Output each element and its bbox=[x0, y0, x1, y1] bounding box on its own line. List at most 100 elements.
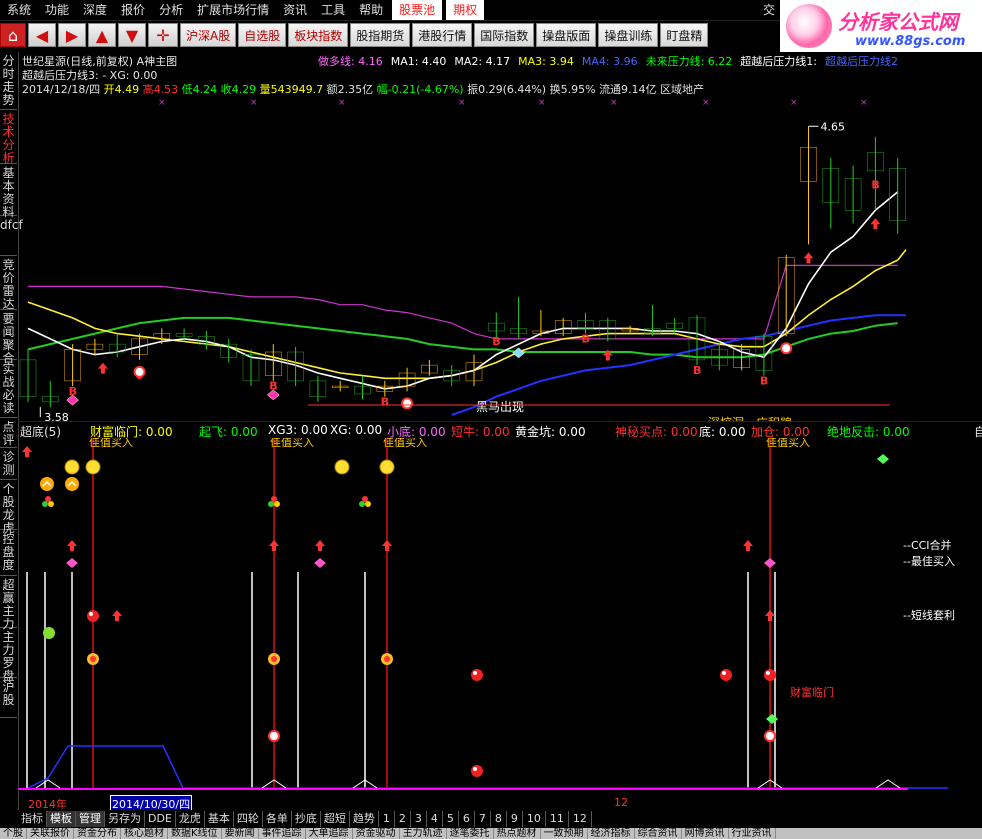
toolbar-button-7[interactable]: 操盘训练 bbox=[598, 23, 659, 47]
sidebar-tab-2[interactable]: 基本资料 bbox=[0, 164, 17, 219]
toolbar-button-2[interactable]: 板块指数 bbox=[288, 23, 349, 47]
smiley-icon bbox=[85, 459, 101, 475]
bottom-tab-17[interactable]: 6 bbox=[459, 810, 475, 827]
status-tab-13[interactable]: 经济指标 bbox=[588, 828, 635, 839]
toolbar-button-8[interactable]: 盯盘精 bbox=[660, 23, 709, 47]
sidebar-tab-1[interactable]: 技术分析 bbox=[0, 110, 17, 165]
menu-item-1[interactable]: 功能 bbox=[38, 0, 76, 20]
bottom-tab-6[interactable]: 基本 bbox=[205, 810, 234, 827]
green-gem-icon bbox=[877, 454, 889, 464]
toolbar-button-1[interactable]: 自选股 bbox=[238, 23, 287, 47]
bottom-tab-8[interactable]: 各单 bbox=[263, 810, 292, 827]
status-tab-9[interactable]: 主力轨迹 bbox=[400, 828, 447, 839]
best-buy-label: 佳值买入 bbox=[89, 438, 133, 449]
bottom-tab-2[interactable]: 管理 bbox=[76, 810, 105, 827]
menu-item-8[interactable]: 帮助 bbox=[352, 0, 390, 20]
sidebar-tab-7[interactable]: 点评 bbox=[0, 418, 17, 448]
bottom-tab-11[interactable]: 趋势 bbox=[350, 810, 379, 827]
bottom-tab-23[interactable]: 12 bbox=[569, 810, 592, 827]
status-tab-7[interactable]: 大单追踪 bbox=[306, 828, 353, 839]
candle bbox=[153, 328, 171, 345]
sidebar-tab-13[interactable]: 沪股 bbox=[0, 678, 17, 718]
toolbar-button-6[interactable]: 操盘版面 bbox=[536, 23, 597, 47]
logo: 分析家公式网 www.88gs.com bbox=[780, 0, 982, 52]
home-icon[interactable]: ⌂ bbox=[0, 23, 26, 47]
status-tab-2[interactable]: 资金分布 bbox=[74, 828, 121, 839]
menu-item-7[interactable]: 工具 bbox=[314, 0, 352, 20]
bottom-tab-1[interactable]: 模板 bbox=[47, 810, 76, 827]
bottom-tab-15[interactable]: 4 bbox=[427, 810, 443, 827]
bottom-tab-19[interactable]: 8 bbox=[491, 810, 507, 827]
bottom-tab-4[interactable]: DDE bbox=[145, 810, 176, 827]
sidebar-tab-12[interactable]: 主力罗盘 bbox=[0, 628, 17, 683]
toolbar-button-4[interactable]: 港股行情 bbox=[412, 23, 473, 47]
menu-item-10[interactable]: 期权 bbox=[446, 0, 485, 20]
bottom-tab-13[interactable]: 2 bbox=[395, 810, 411, 827]
sidebar-tab-8[interactable]: 诊测 bbox=[0, 448, 17, 480]
status-tab-4[interactable]: 数据K线位 bbox=[168, 828, 222, 839]
sidebar-tab-9[interactable]: 个股龙虎 bbox=[0, 480, 17, 535]
gem-icon bbox=[314, 558, 326, 568]
toolbar-button-0[interactable]: 沪深A股 bbox=[180, 23, 237, 47]
bottom-tab-10[interactable]: 超短 bbox=[321, 810, 350, 827]
sidebar-tab-6[interactable]: 实战必读 bbox=[0, 360, 17, 418]
red-ball-icon bbox=[764, 669, 776, 681]
bottom-tab-18[interactable]: 7 bbox=[475, 810, 491, 827]
candle bbox=[331, 380, 349, 392]
sidebar-tab-11[interactable]: 超赢主力 bbox=[0, 576, 17, 631]
menu-item-6[interactable]: 资讯 bbox=[276, 0, 314, 20]
status-tab-10[interactable]: 逐笔委托 bbox=[447, 828, 494, 839]
sidebar-tab-3[interactable]: dfcf bbox=[0, 216, 23, 256]
top-x-marker: × bbox=[338, 98, 346, 108]
indicator-blue-line bbox=[27, 745, 948, 789]
menu-right-text: 交 bbox=[762, 3, 775, 17]
sidebar-tab-0[interactable]: 分时走势 bbox=[0, 52, 17, 110]
toolbar-button-3[interactable]: 股指期货 bbox=[350, 23, 411, 47]
status-tab-6[interactable]: 事件追踪 bbox=[259, 828, 306, 839]
status-tab-14[interactable]: 综合资讯 bbox=[635, 828, 682, 839]
bottom-tab-21[interactable]: 10 bbox=[523, 810, 546, 827]
bottom-tab-9[interactable]: 抄底 bbox=[292, 810, 321, 827]
status-tab-5[interactable]: 要新闻 bbox=[222, 828, 259, 839]
status-tab-0[interactable]: 个股 bbox=[0, 828, 27, 839]
red-ball-icon bbox=[720, 669, 732, 681]
bottom-tab-14[interactable]: 3 bbox=[411, 810, 427, 827]
bottom-tab-22[interactable]: 11 bbox=[546, 810, 569, 827]
status-tab-12[interactable]: 一致预期 bbox=[541, 828, 588, 839]
kline-chart[interactable]: BBBBBBBB4.653.58黑马出现深挖洞，广积粮××××××××× bbox=[18, 95, 982, 421]
arrow-down-icon[interactable]: ▼ bbox=[118, 23, 146, 47]
sidebar-tab-5[interactable]: 要闻聚合 bbox=[0, 310, 17, 365]
status-tab-8[interactable]: 资金驱动 bbox=[353, 828, 400, 839]
menu-item-9[interactable]: 股票池 bbox=[392, 0, 443, 20]
arrow-right-icon[interactable]: ▶ bbox=[58, 23, 86, 47]
zoom-in-icon[interactable]: ✛ bbox=[148, 23, 178, 47]
bottom-tab-20[interactable]: 9 bbox=[507, 810, 523, 827]
best-buy-label: 佳值买入 bbox=[270, 438, 314, 449]
menu-item-0[interactable]: 系统 bbox=[0, 0, 38, 20]
up-arrow-icon bbox=[67, 540, 77, 551]
bottom-tab-5[interactable]: 龙虎 bbox=[176, 810, 205, 827]
candle bbox=[108, 333, 126, 358]
menu-item-5[interactable]: 扩展市场行情 bbox=[190, 0, 276, 20]
bottom-tab-0[interactable]: 指标 bbox=[18, 810, 47, 827]
menu-item-2[interactable]: 深度 bbox=[76, 0, 114, 20]
indicator-chart[interactable]: 佳值买入 佳值买入 佳值买入 佳值买入财富临门 --CCI合并 --最佳买入 --短线套利 bbox=[18, 438, 982, 795]
status-tab-15[interactable]: 网博资讯 bbox=[682, 828, 729, 839]
status-tab-11[interactable]: 热点题材 bbox=[494, 828, 541, 839]
menu-item-4[interactable]: 分析 bbox=[152, 0, 190, 20]
arrow-up-icon[interactable]: ▲ bbox=[88, 23, 116, 47]
status-tab-3[interactable]: 核心题材 bbox=[121, 828, 168, 839]
arrow-left-icon[interactable]: ◀ bbox=[28, 23, 56, 47]
status-tab-16[interactable]: 行业资讯 bbox=[729, 828, 776, 839]
bottom-tab-12[interactable]: 1 bbox=[379, 810, 395, 827]
status-tab-1[interactable]: 关联报价 bbox=[27, 828, 74, 839]
menu-item-3[interactable]: 报价 bbox=[114, 0, 152, 20]
bottom-tab-7[interactable]: 四轮 bbox=[234, 810, 263, 827]
black-horse-label: 黑马出现 bbox=[476, 400, 524, 414]
sidebar-tab-4[interactable]: 竞价雷达 bbox=[0, 256, 17, 311]
bottom-tab-3[interactable]: 另存为 bbox=[105, 810, 145, 827]
buy-signal-b: B bbox=[871, 178, 879, 191]
sidebar-tab-10[interactable]: 控盘度 bbox=[0, 530, 17, 576]
bottom-tab-16[interactable]: 5 bbox=[443, 810, 459, 827]
toolbar-button-5[interactable]: 国际指数 bbox=[474, 23, 535, 47]
